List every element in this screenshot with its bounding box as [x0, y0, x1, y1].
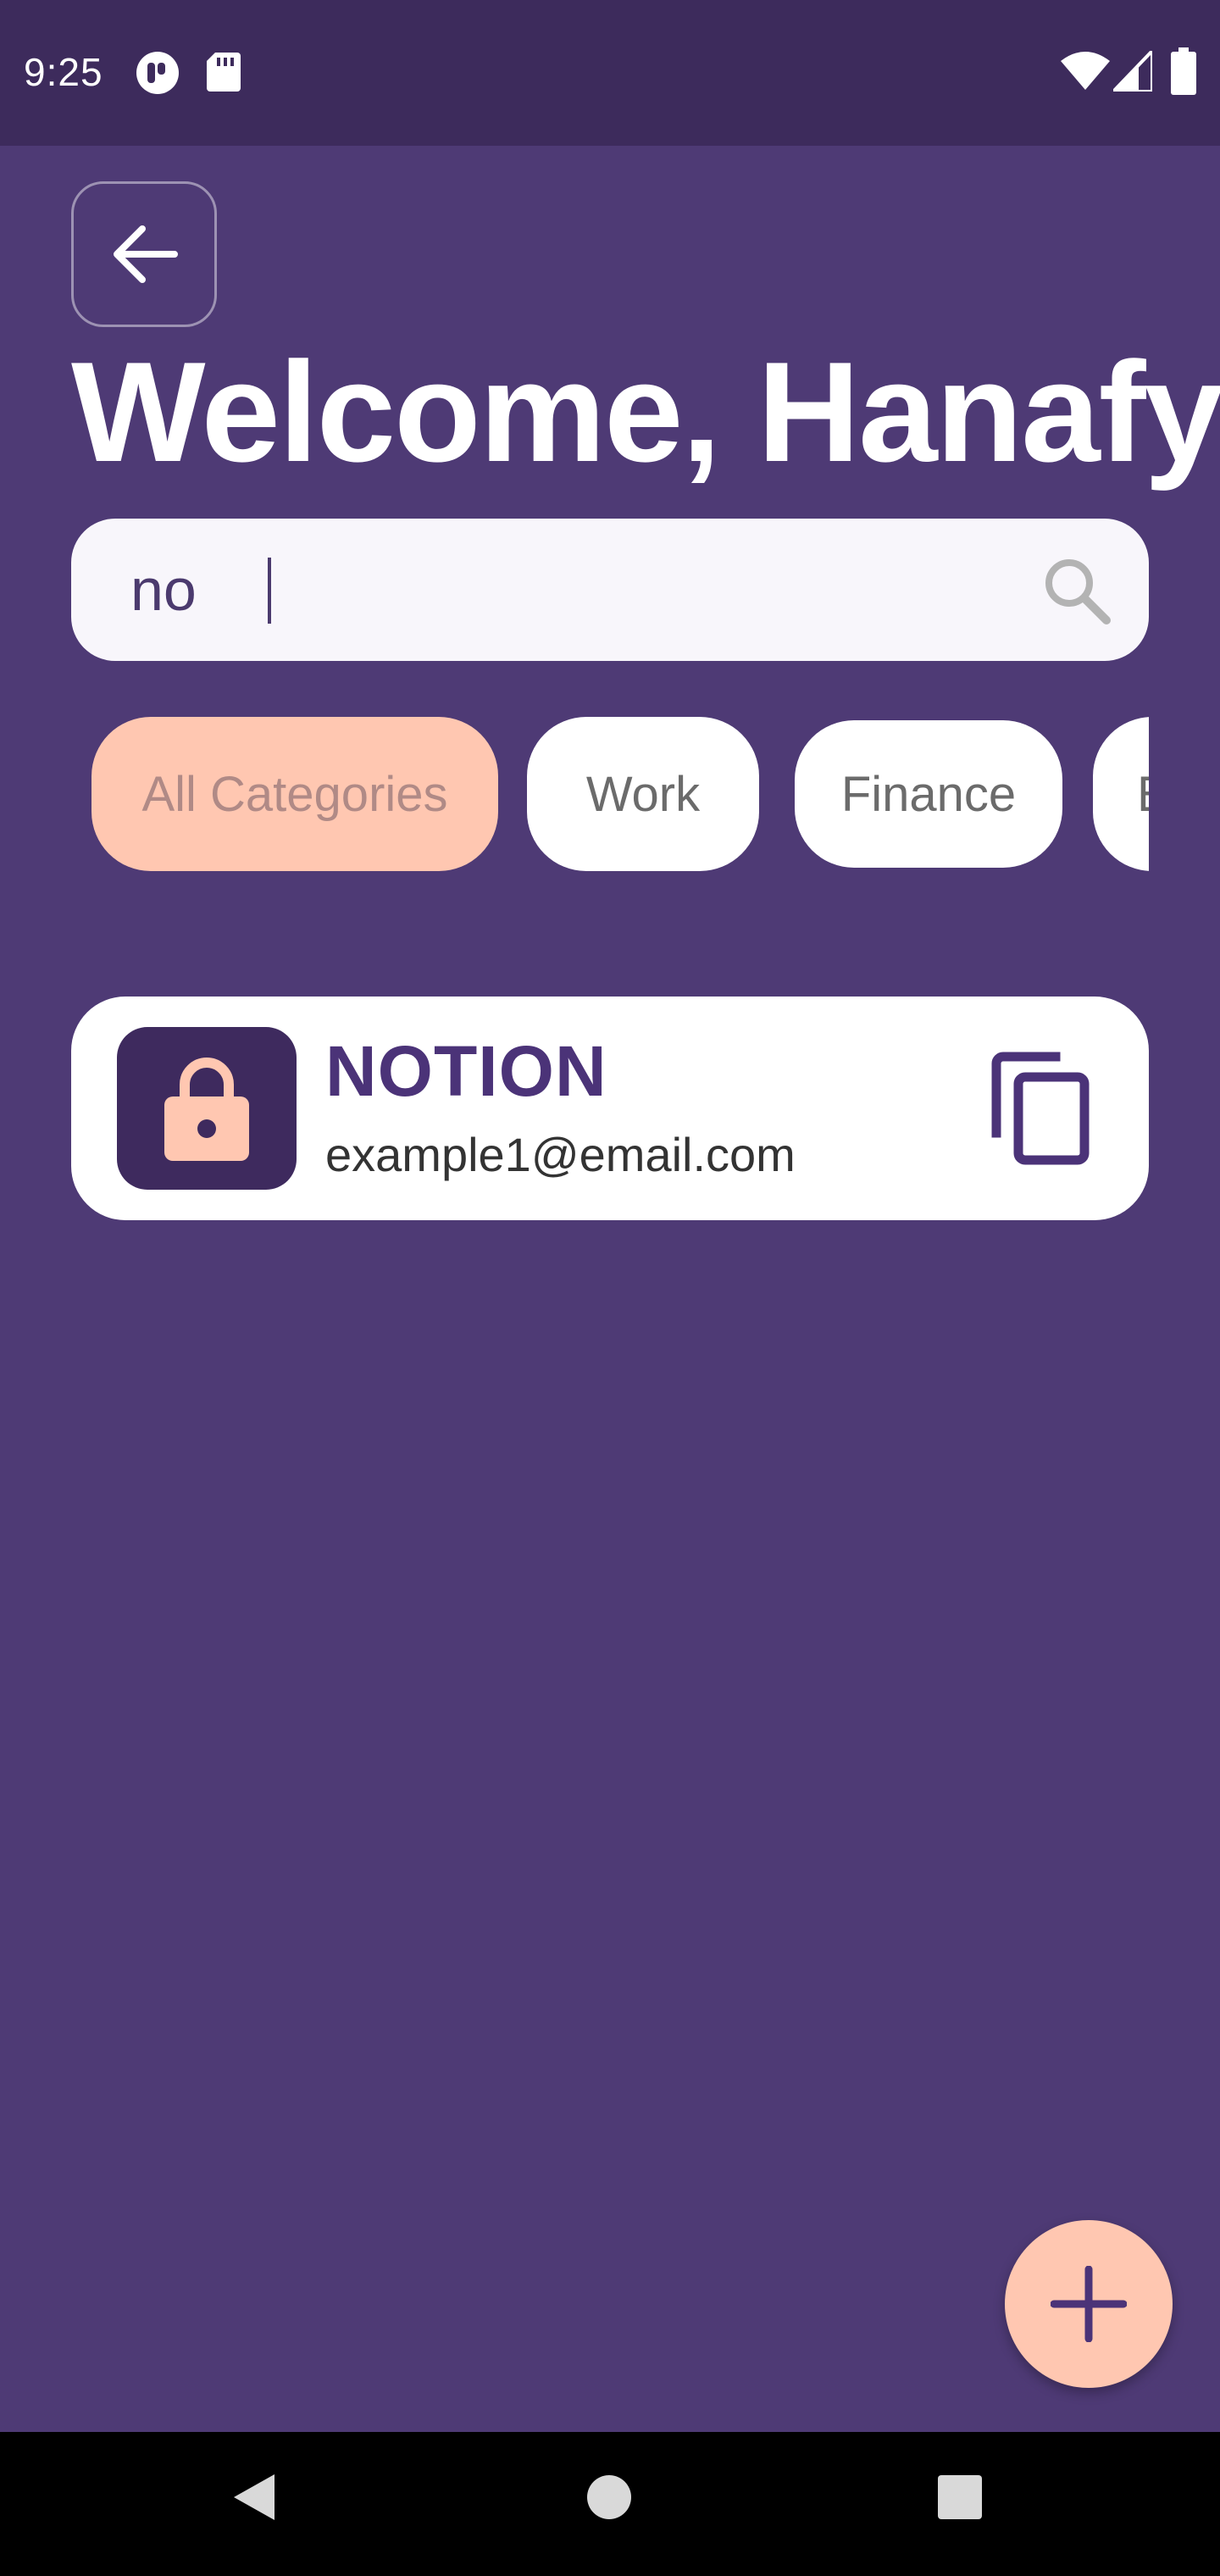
chip-all-categories[interactable]: All Categories	[92, 717, 498, 871]
category-chips[interactable]: All Categories Work Finance E	[92, 717, 1149, 873]
chip-label: All Categories	[141, 766, 448, 822]
chip-finance[interactable]: Finance	[795, 720, 1062, 868]
lock-icon	[164, 1058, 249, 1161]
chip-work[interactable]: Work	[527, 717, 759, 871]
search-field[interactable]	[71, 519, 1149, 661]
home-circle-icon[interactable]	[586, 2474, 632, 2520]
entry-title: NOTION	[325, 1031, 607, 1111]
sd-card-icon	[207, 53, 241, 92]
status-time: 9:25	[24, 50, 103, 94]
system-nav-bar	[0, 2432, 1220, 2576]
add-icon	[1051, 2266, 1127, 2342]
copy-button[interactable]	[984, 1049, 1095, 1168]
back-button[interactable]	[71, 181, 217, 327]
chip-label: Finance	[840, 766, 1017, 822]
text-caret	[268, 558, 271, 624]
signal-icon	[1113, 51, 1152, 92]
chip-partial[interactable]: E	[1093, 717, 1149, 871]
wifi-icon	[1061, 52, 1110, 90]
add-entry-button[interactable]	[1005, 2220, 1173, 2388]
chip-label: E	[1137, 766, 1149, 823]
back-triangle-icon[interactable]	[230, 2471, 278, 2523]
chip-label: Work	[585, 766, 701, 822]
battery-icon	[1171, 47, 1196, 95]
copy-icon	[991, 1052, 1090, 1165]
password-entry-card[interactable]: NOTION example1@email.com	[71, 997, 1149, 1220]
page-title: Welcome, Hanafy	[71, 332, 1220, 491]
arrow-back-icon	[114, 225, 178, 283]
recents-square-icon[interactable]	[937, 2474, 983, 2520]
search-input[interactable]	[130, 546, 995, 634]
notification-app-icon	[136, 52, 179, 94]
status-bar: 9:25	[0, 0, 1220, 146]
entry-email: example1@email.com	[325, 1128, 796, 1181]
entry-icon-box	[117, 1027, 297, 1190]
search-icon[interactable]	[1040, 554, 1112, 625]
